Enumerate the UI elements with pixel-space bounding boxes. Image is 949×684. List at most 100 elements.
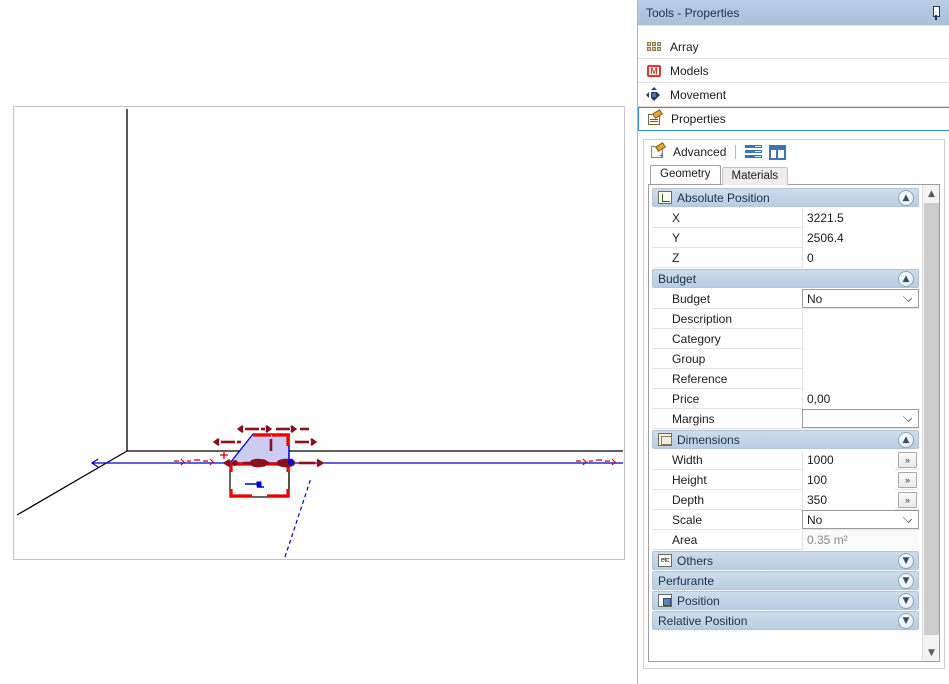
chevron-up-icon[interactable]: ▲ (898, 190, 914, 206)
property-value[interactable] (802, 348, 919, 369)
property-value[interactable]: 3221.5 (802, 207, 919, 228)
selected-box-object (212, 424, 325, 498)
section-title: Relative Position (658, 613, 748, 628)
property-value[interactable]: 100 (802, 469, 895, 490)
sidebar-item-array[interactable]: Array (638, 35, 949, 59)
property-row-category[interactable]: Category (652, 328, 919, 349)
property-row-depth[interactable]: Depth 350 » (652, 489, 919, 510)
property-value[interactable] (802, 308, 919, 329)
property-label: Y (672, 230, 681, 245)
property-row-group[interactable]: Group (652, 348, 919, 369)
property-row-z[interactable]: Z 0 (652, 247, 919, 268)
chevron-down-icon[interactable] (903, 413, 912, 422)
section-title: Position (677, 593, 720, 608)
section-header-perfurante[interactable]: Perfurante ▼ (652, 571, 919, 590)
axes-icon (658, 191, 672, 204)
sidebar-item-movement[interactable]: Movement (638, 83, 949, 107)
property-grid-container: Absolute Position ▲ X 3221.5 Y 2506.4 Z … (648, 184, 940, 662)
sidebar-item-label: Properties (671, 112, 726, 126)
tab-materials[interactable]: Materials (721, 167, 789, 185)
section-header-budget[interactable]: Budget ▲ (652, 269, 919, 288)
section-header-absolute-position[interactable]: Absolute Position ▲ (652, 188, 919, 207)
panel-title-text: Tools - Properties (646, 5, 740, 20)
property-label: Height (672, 472, 707, 487)
more-options-button[interactable]: » (898, 471, 917, 488)
grid-view-icon[interactable] (769, 144, 787, 160)
scrollbar-thumb[interactable] (924, 203, 939, 635)
chevron-down-icon[interactable]: ▼ (898, 573, 914, 589)
property-row-reference[interactable]: Reference (652, 368, 919, 389)
chevron-up-icon[interactable]: ▲ (898, 271, 914, 287)
property-value[interactable]: 2506.4 (802, 227, 919, 248)
property-value[interactable]: 350 (802, 489, 895, 510)
property-tabs: Geometry Materials (644, 164, 944, 185)
property-label: Price (672, 391, 700, 406)
tools-properties-panel: Tools - Properties Array M Models Moveme… (637, 0, 949, 684)
property-value[interactable] (802, 328, 919, 349)
advanced-toolbar: + Advanced (644, 140, 944, 164)
property-label: Z (672, 250, 680, 265)
toolbar-divider (735, 145, 737, 159)
property-row-budget[interactable]: Budget No (652, 289, 919, 309)
property-row-area: Area 0.35 m² (652, 529, 919, 550)
section-header-dimensions[interactable]: Dimensions ▲ (652, 430, 919, 449)
rotation-handle (287, 458, 295, 466)
dropdown-value: No (807, 512, 823, 527)
chevron-down-icon[interactable]: ▼ (898, 553, 914, 569)
property-value[interactable]: 0 (802, 247, 919, 268)
advanced-properties-container: + Advanced Geometry Materials Absolute P… (643, 139, 945, 669)
property-grid-scrollbar[interactable]: ▲ ▼ (922, 185, 939, 661)
property-row-price[interactable]: Price 0,00 (652, 388, 919, 409)
section-title: Budget (658, 271, 697, 286)
more-options-button[interactable]: » (898, 451, 917, 468)
chevron-down-icon[interactable] (903, 514, 912, 523)
scroll-down-arrow[interactable]: ▼ (923, 644, 940, 661)
property-label: Group (672, 351, 706, 366)
property-value[interactable]: 1000 (802, 449, 895, 470)
property-value[interactable] (802, 368, 919, 389)
property-row-height[interactable]: Height 100 » (652, 469, 919, 490)
viewport-area (0, 0, 637, 684)
section-header-relative-position[interactable]: Relative Position ▼ (652, 611, 919, 630)
dropdown-value: No (807, 291, 823, 306)
scroll-up-arrow[interactable]: ▲ (923, 185, 940, 202)
section-header-others[interactable]: etc Others ▼ (652, 551, 919, 570)
array-icon (646, 39, 662, 55)
section-header-position[interactable]: Position ▼ (652, 591, 919, 610)
chevron-down-icon[interactable]: ▼ (898, 593, 914, 609)
3d-model-viewport[interactable] (13, 106, 625, 560)
property-grid: Absolute Position ▲ X 3221.5 Y 2506.4 Z … (649, 185, 922, 661)
etc-icon: etc (658, 554, 672, 567)
pin-icon[interactable] (929, 5, 943, 20)
property-row-y[interactable]: Y 2506.4 (652, 227, 919, 248)
section-title: Dimensions (677, 432, 740, 447)
tab-geometry[interactable]: Geometry (650, 165, 721, 184)
property-row-scale[interactable]: Scale No (652, 510, 919, 530)
property-value[interactable]: 0,00 (802, 388, 919, 409)
sidebar-item-label: Movement (670, 87, 727, 102)
section-title: Perfurante (658, 573, 715, 588)
properties-icon (647, 109, 663, 127)
chevron-down-icon[interactable] (903, 293, 912, 302)
sidebar-item-models[interactable]: M Models (638, 59, 949, 83)
categorized-view-icon[interactable] (745, 144, 763, 160)
sidebar-item-properties[interactable]: Properties (638, 107, 949, 131)
position-icon (658, 594, 672, 607)
property-label: X (672, 210, 681, 225)
property-value-dropdown[interactable] (802, 409, 919, 428)
tool-nav-list: Array M Models Movement Properties (638, 26, 949, 131)
property-row-description[interactable]: Description (652, 308, 919, 329)
property-label: Margins (672, 411, 715, 426)
property-label: Category (672, 331, 721, 346)
property-label: Description (672, 311, 733, 326)
more-options-button[interactable]: » (898, 491, 917, 508)
chevron-up-icon[interactable]: ▲ (898, 432, 914, 448)
property-value-dropdown[interactable]: No (802, 289, 919, 308)
property-row-x[interactable]: X 3221.5 (652, 207, 919, 228)
property-value-dropdown[interactable]: No (802, 510, 919, 529)
property-label: Width (672, 452, 703, 467)
property-label: Area (672, 532, 698, 547)
property-row-width[interactable]: Width 1000 » (652, 449, 919, 470)
property-row-margins[interactable]: Margins (652, 409, 919, 429)
chevron-down-icon[interactable]: ▼ (898, 613, 914, 629)
